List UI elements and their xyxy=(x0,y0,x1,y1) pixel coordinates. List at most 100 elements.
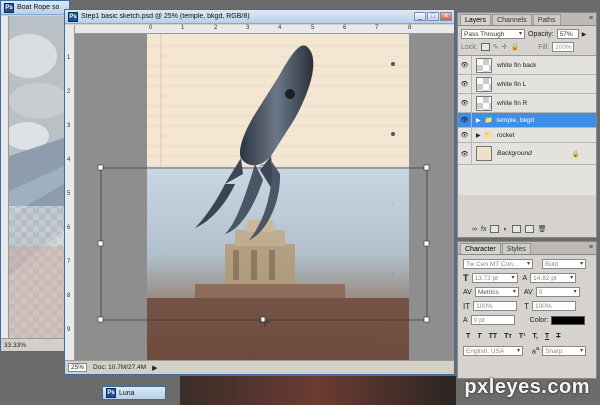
layer-name[interactable]: rocket xyxy=(497,132,515,139)
doc-info[interactable]: Doc: 10.7M/27.4M xyxy=(93,364,146,371)
horizontal-ruler: 0 1 2 3 4 5 6 7 8 xyxy=(75,25,454,34)
blend-mode-select[interactable]: Pass Through xyxy=(461,29,525,39)
layer-name[interactable]: temple, bkgd xyxy=(497,117,534,124)
lock-image-icon[interactable]: ✎ xyxy=(493,43,499,51)
close-button[interactable]: × xyxy=(440,12,452,21)
character-panel: Character Styles ≡ Tw Cen MT Con... Bold… xyxy=(457,241,597,379)
ruler-h-label: 3 xyxy=(246,25,250,31)
layer-name[interactable]: white fin L xyxy=(497,81,526,88)
lock-position-icon[interactable]: ✛ xyxy=(502,43,508,51)
adjustment-layer-icon[interactable]: ◐ xyxy=(503,226,507,233)
tab-layers[interactable]: Layers xyxy=(460,14,492,25)
background-window-zoom[interactable]: 33.33% xyxy=(4,342,26,349)
faux-bold-button[interactable]: T xyxy=(466,333,470,340)
add-mask-icon[interactable] xyxy=(490,225,500,233)
tracking-select[interactable]: 0 xyxy=(535,287,580,297)
watermark-text: pxleyes.com xyxy=(464,376,590,398)
maximize-button[interactable]: □ xyxy=(427,12,439,21)
layer-name[interactable]: white fin R xyxy=(497,100,527,107)
eye-icon[interactable]: 👁 xyxy=(458,142,472,165)
expand-arrow-icon[interactable]: ▶ xyxy=(476,117,481,124)
antialias-select[interactable]: Sharp xyxy=(542,346,587,356)
opacity-input[interactable]: 57% xyxy=(556,29,579,39)
folder-icon: 📁 xyxy=(484,117,493,124)
fill-input[interactable]: 100% xyxy=(552,42,575,52)
color-swatch[interactable] xyxy=(551,315,586,325)
font-row: Tw Cen MT Con... Bold xyxy=(458,255,596,271)
tab-channels[interactable]: Channels xyxy=(492,14,532,25)
photoshop-icon: Ps xyxy=(68,11,78,22)
language-select[interactable]: English: USA xyxy=(463,346,523,356)
lock-all-icon[interactable]: 🔒 xyxy=(510,43,519,51)
background-window-titlebar[interactable]: Ps Boat Rope so xyxy=(1,1,69,15)
photoshop-icon: Ps xyxy=(106,388,116,398)
zoom-field[interactable]: 25% xyxy=(68,363,88,372)
vertical-scale-input[interactable]: 100% xyxy=(473,301,518,311)
desktop-strip xyxy=(180,376,456,405)
ruler-h-label: 2 xyxy=(214,25,218,31)
layer-style-icon[interactable]: fx xyxy=(481,226,486,233)
faux-italic-button[interactable]: T xyxy=(477,333,481,340)
minimized-window-tab[interactable]: Ps Luna xyxy=(102,386,166,400)
antialias-label: a xyxy=(535,346,540,353)
opacity-label: Opacity: xyxy=(528,30,554,38)
eye-icon[interactable]: 👁 xyxy=(458,93,472,113)
layer-thumbnail xyxy=(476,95,492,111)
link-layers-icon[interactable]: ∞ xyxy=(472,226,477,233)
ruler-v-label: 9 xyxy=(67,327,71,333)
layers-panel-tabs: Layers Channels Paths ≡ xyxy=(458,13,596,26)
eye-icon[interactable]: 👁 xyxy=(458,74,472,94)
underline-button[interactable]: T xyxy=(545,333,549,340)
status-arrow-icon[interactable]: ▶ xyxy=(152,364,157,372)
main-document-window[interactable]: Ps Step1 basic sketch.psd @ 25% (temple,… xyxy=(64,9,455,375)
layer-row[interactable]: 👁 white fin back xyxy=(458,55,596,75)
layer-thumbnail xyxy=(476,146,492,161)
kerning-icon: AV xyxy=(463,288,472,296)
tab-styles[interactable]: Styles xyxy=(501,243,531,254)
all-caps-button[interactable]: TT xyxy=(489,333,498,340)
font-size-input[interactable]: 13.72 pt xyxy=(471,273,518,283)
layer-name[interactable]: white fin back xyxy=(497,62,536,69)
strikethrough-button[interactable]: T xyxy=(556,333,560,340)
trash-icon[interactable]: 🗑 xyxy=(538,225,547,233)
artwork-canvas[interactable] xyxy=(75,34,454,360)
eye-icon[interactable]: 👁 xyxy=(458,127,472,143)
layer-group-row[interactable]: 👁 ▶ 📁 rocket xyxy=(458,127,596,143)
font-style-select[interactable]: Bold xyxy=(542,259,586,269)
font-family-select[interactable]: Tw Cen MT Con... xyxy=(463,259,533,269)
layer-name[interactable]: Background xyxy=(497,150,532,157)
layer-row-background[interactable]: 👁 Background 🔒 xyxy=(458,142,596,165)
layer-group-row-selected[interactable]: 👁 ▶ 📁 temple, bkgd xyxy=(458,112,596,128)
eye-icon[interactable]: 👁 xyxy=(458,55,472,75)
color-label: Color: xyxy=(529,316,549,324)
layer-row[interactable]: 👁 white fin L xyxy=(458,74,596,94)
lock-transparent-icon[interactable] xyxy=(480,43,490,51)
layer-thumbnail xyxy=(476,57,492,73)
baseline-shift-input[interactable]: 0 pt xyxy=(470,315,515,325)
canvas-area[interactable] xyxy=(75,34,454,360)
panel-menu-icon[interactable]: ≡ xyxy=(589,244,593,251)
tab-paths[interactable]: Paths xyxy=(532,14,561,25)
main-window-titlebar[interactable]: Ps Step1 basic sketch.psd @ 25% (temple,… xyxy=(65,10,454,24)
language-row: English: USA aa Sharp xyxy=(458,342,596,358)
vertical-ruler: 1 2 3 4 5 6 7 8 9 xyxy=(65,25,75,360)
ruler-v-label: 2 xyxy=(67,89,71,95)
new-layer-icon[interactable] xyxy=(524,225,534,233)
expand-arrow-icon[interactable]: ▶ xyxy=(476,132,481,139)
eye-icon[interactable]: 👁 xyxy=(458,112,472,128)
horizontal-scale-input[interactable]: 100% xyxy=(532,301,576,311)
tab-character[interactable]: Character xyxy=(460,243,501,254)
minimize-button[interactable]: _ xyxy=(414,12,426,21)
opacity-arrow-icon[interactable]: ▶ xyxy=(582,31,587,38)
subscript-button[interactable]: T, xyxy=(532,333,537,340)
horizontal-scale-icon: T xyxy=(524,301,529,311)
layer-row[interactable]: 👁 white fin R xyxy=(458,93,596,113)
background-document-window[interactable]: Ps Boat Rope so 33.33% xyxy=(0,0,70,352)
ruler-h-label: 0 xyxy=(149,25,153,31)
leading-input[interactable]: 14.82 pt xyxy=(530,273,577,283)
superscript-button[interactable]: T¹ xyxy=(519,333,526,340)
kerning-select[interactable]: Metrics xyxy=(474,287,519,297)
small-caps-button[interactable]: Tт xyxy=(504,333,512,340)
panel-menu-icon[interactable]: ≡ xyxy=(589,15,593,22)
new-group-icon[interactable] xyxy=(511,225,521,233)
